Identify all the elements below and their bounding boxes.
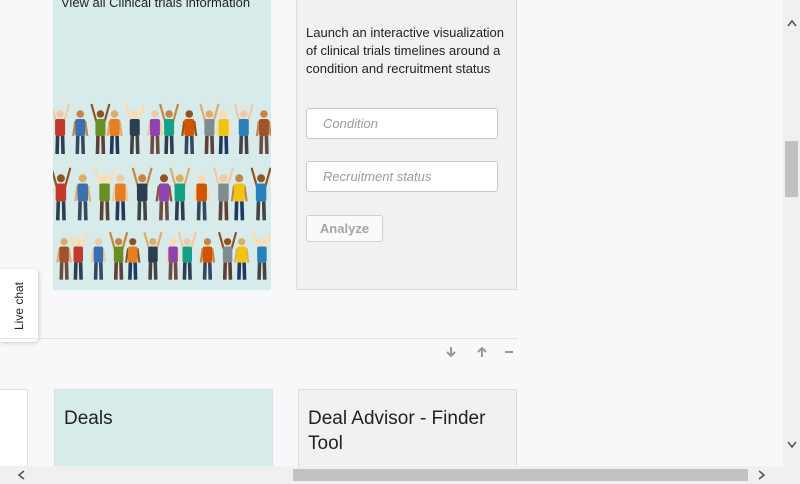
crowd-person xyxy=(169,167,191,221)
crowd-person xyxy=(215,110,232,155)
crowd-person xyxy=(56,238,72,280)
section-divider xyxy=(0,338,518,339)
crowd-person xyxy=(108,231,129,280)
crowd-person xyxy=(177,231,197,280)
live-chat-label: Live chat xyxy=(12,281,26,330)
clinical-trials-card[interactable]: View all Clinical trials information xyxy=(53,0,271,290)
analyze-description: Launch an interactive visualization of c… xyxy=(306,25,505,76)
crowd-person xyxy=(252,231,271,280)
crowd-person xyxy=(53,167,72,221)
crowd-person xyxy=(233,103,254,155)
crowd-person xyxy=(111,174,129,221)
crowd-person xyxy=(255,110,271,155)
arrow-up-icon[interactable] xyxy=(473,345,491,363)
condition-input[interactable]: Condition xyxy=(306,108,498,139)
crowd-person xyxy=(234,238,250,280)
horizontal-scrollbar[interactable] xyxy=(0,466,783,484)
clinical-trials-analyze-panel: Launch an interactive visualization of c… xyxy=(296,0,517,290)
crowd-person xyxy=(159,103,180,155)
scroll-up-icon[interactable] xyxy=(783,14,800,31)
scroll-down-icon[interactable] xyxy=(783,436,800,453)
arrow-down-icon[interactable] xyxy=(442,345,460,363)
crowd-person xyxy=(165,238,181,280)
clinical-trials-caption[interactable]: View all Clinical trials information xyxy=(61,0,261,11)
crowd-person xyxy=(131,167,153,221)
crowd-person xyxy=(90,238,107,280)
recruitment-status-input[interactable]: Recruitment status xyxy=(306,161,498,192)
crowd-person xyxy=(74,174,92,221)
crowd-person xyxy=(250,167,271,221)
crowd-person xyxy=(155,174,173,221)
crowd-person xyxy=(230,174,248,221)
deals-title: Deals xyxy=(64,408,113,429)
scrollbar-corner xyxy=(783,466,800,484)
crowd-person xyxy=(106,110,123,155)
crowd-person xyxy=(143,231,163,280)
crowd-person xyxy=(125,238,141,280)
crowd-person xyxy=(217,231,238,280)
crowd-person xyxy=(199,238,216,280)
crowd-person xyxy=(181,110,198,155)
minus-icon[interactable] xyxy=(500,345,518,363)
crowd-person xyxy=(68,231,88,280)
people-crowd-image xyxy=(53,103,271,280)
crowd-person xyxy=(212,167,234,221)
vertical-scrollbar[interactable] xyxy=(783,0,800,466)
crowd-person xyxy=(146,110,164,155)
crowd-person xyxy=(72,110,89,155)
deal-advisor-title: Deal Advisor - Finder Tool xyxy=(308,408,486,454)
scroll-right-icon[interactable] xyxy=(753,467,770,484)
horizontal-scroll-thumb[interactable] xyxy=(293,469,748,481)
scroll-left-icon[interactable] xyxy=(12,467,29,484)
live-chat-tab[interactable]: Live chat xyxy=(0,269,38,342)
crowd-person xyxy=(199,103,220,155)
crowd-person xyxy=(94,167,116,221)
crowd-person xyxy=(193,174,211,221)
analyze-button[interactable]: Analyze xyxy=(306,215,383,242)
crowd-person xyxy=(124,103,145,155)
crowd-person xyxy=(53,103,71,155)
crowd-person xyxy=(90,103,111,155)
vertical-scroll-thumb[interactable] xyxy=(785,141,798,197)
